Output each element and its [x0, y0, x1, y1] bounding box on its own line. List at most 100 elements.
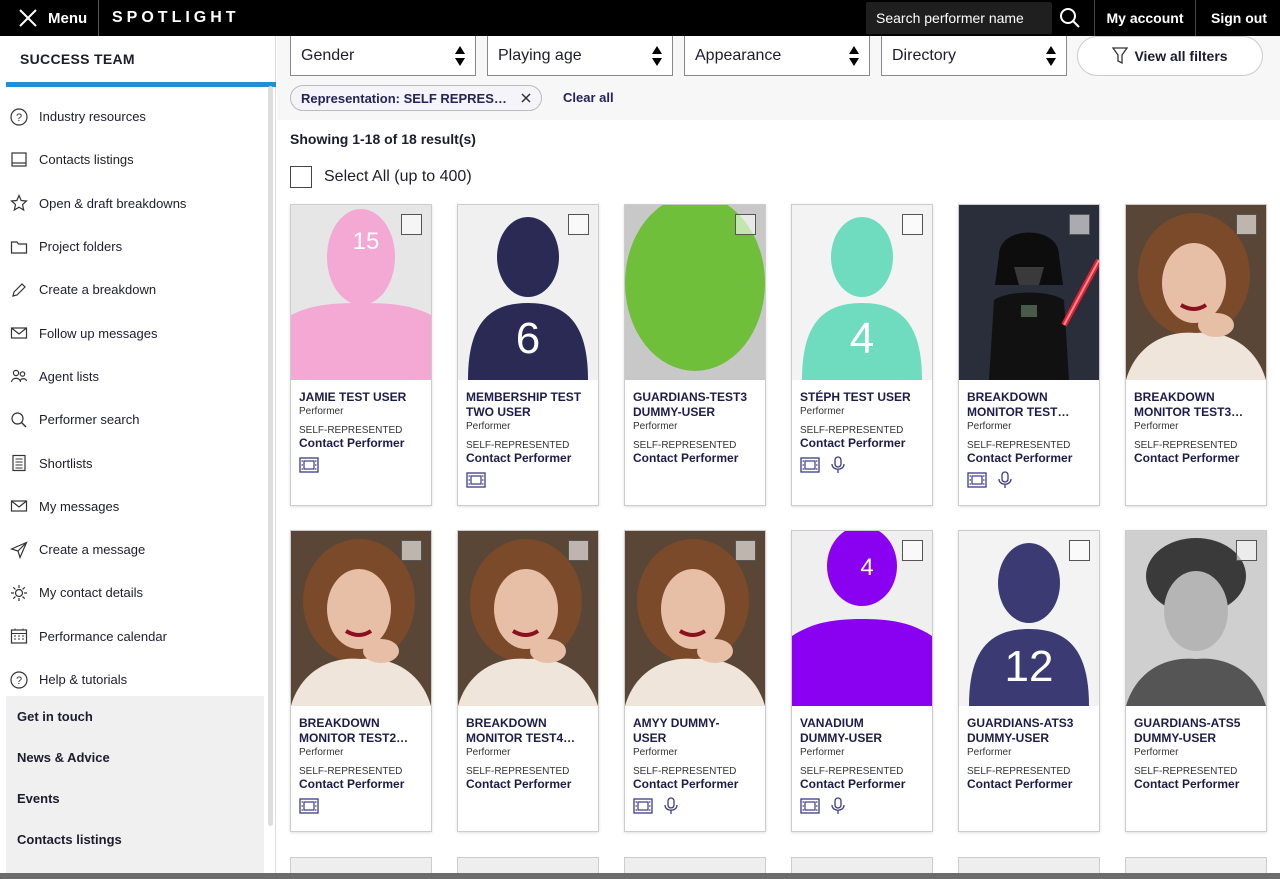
performer-name[interactable]: GUARDIANS-TEST3 DUMMY-USER — [633, 390, 759, 420]
showreel-icon[interactable] — [466, 471, 486, 489]
performer-name[interactable]: STÉPH TEST USER — [800, 390, 926, 405]
sidebar-item-project-folders[interactable]: Project folders — [6, 225, 275, 268]
footer-link-news-advice[interactable]: News & Advice — [6, 737, 264, 778]
performer-card[interactable]: BREAKDOWN MONITOR TEST4… Performer SELF-RE… — [457, 530, 599, 832]
gender-filter-label: Gender — [301, 46, 355, 64]
performer-card[interactable]: BREAKDOWN MONITOR TEST… Performer SELF-REP… — [958, 204, 1100, 506]
menu-button[interactable]: Menu — [18, 0, 87, 36]
microphone-icon[interactable] — [995, 471, 1015, 489]
showreel-icon[interactable] — [299, 456, 319, 474]
showreel-icon[interactable] — [967, 471, 987, 489]
view-all-filters-button[interactable]: View all filters — [1077, 36, 1263, 76]
performer-card[interactable]: 4 VANADIUM DUMMY-USER Performer SELF-REPRES… — [791, 530, 933, 832]
contact-performer-link[interactable]: Contact Performer — [800, 436, 926, 450]
sidebar-item-performance-calendar[interactable]: Performance calendar — [6, 615, 275, 658]
performer-name[interactable]: BREAKDOWN MONITOR TEST3… — [1134, 390, 1260, 420]
select-checkbox[interactable] — [735, 214, 756, 235]
performer-card[interactable]: 12 GUARDIANS-ATS3 DUMMY-USER Performer SELF… — [958, 530, 1100, 832]
spotlight-logo[interactable]: SPOTLIGHT — [112, 0, 240, 36]
contact-performer-link[interactable]: Contact Performer — [466, 777, 592, 791]
sign-out-button[interactable]: Sign out — [1198, 0, 1280, 36]
contact-performer-link[interactable]: Contact Performer — [967, 451, 1093, 465]
contact-performer-link[interactable]: Contact Performer — [1134, 451, 1260, 465]
sidebar-item-help-tutorials[interactable]: ? Help & tutorials — [6, 658, 275, 701]
select-checkbox[interactable] — [568, 540, 589, 561]
select-checkbox[interactable] — [735, 540, 756, 561]
contact-performer-link[interactable]: Contact Performer — [633, 777, 759, 791]
performer-card[interactable]: GUARDIANS-TEST3 DUMMY-USER Performer SELF-… — [624, 204, 766, 506]
showreel-icon[interactable] — [299, 797, 319, 815]
gender-filter[interactable]: Gender — [290, 36, 476, 76]
select-checkbox[interactable] — [568, 214, 589, 235]
performer-card[interactable]: AMYY DUMMY- USER Performer SELF-REPRESENTE… — [624, 530, 766, 832]
bottom-scrollbar[interactable] — [0, 873, 1280, 879]
contact-performer-link[interactable]: Contact Performer — [967, 777, 1093, 791]
performer-name[interactable]: VANADIUM DUMMY-USER — [800, 716, 926, 746]
sidebar-item-contacts-listings[interactable]: Contacts listings — [6, 138, 275, 181]
performer-name[interactable]: MEMBERSHIP TEST TWO USER — [466, 390, 592, 420]
close-icon[interactable] — [519, 91, 533, 105]
performer-card[interactable]: 15 JAMIE TEST USER Performer SELF-REPRESENT… — [290, 204, 432, 506]
clear-all-link[interactable]: Clear all — [563, 90, 614, 105]
performer-card[interactable]: GUARDIANS-ATS5 DUMMY-USER Performer SELF-R… — [1125, 530, 1267, 832]
contact-performer-link[interactable]: Contact Performer — [633, 451, 759, 465]
performer-name[interactable]: BREAKDOWN MONITOR TEST… — [967, 390, 1093, 420]
sidebar-item-agent-lists[interactable]: Agent lists — [6, 355, 275, 398]
select-all-control[interactable]: Select All (up to 400) — [290, 166, 472, 188]
contact-performer-link[interactable]: Contact Performer — [299, 436, 425, 450]
microphone-icon[interactable] — [661, 797, 681, 815]
sidebar-scrollbar[interactable] — [268, 86, 273, 826]
contact-performer-link[interactable]: Contact Performer — [466, 451, 592, 465]
sidebar-item-my-contact-details[interactable]: My contact details — [6, 571, 275, 614]
footer-link-get-in-touch[interactable]: Get in touch — [6, 696, 264, 737]
select-checkbox[interactable] — [902, 540, 923, 561]
performer-card[interactable]: BREAKDOWN MONITOR TEST2… Performer SELF-RE… — [290, 530, 432, 832]
showreel-icon[interactable] — [633, 797, 653, 815]
microphone-icon[interactable] — [828, 797, 848, 815]
sidebar-item-open-draft-breakdowns[interactable]: Open & draft breakdowns — [6, 182, 275, 225]
performer-card[interactable]: 4 STÉPH TEST USER Performer SELF-REPRESENTE… — [791, 204, 933, 506]
contact-performer-link[interactable]: Contact Performer — [800, 777, 926, 791]
playing-age-filter[interactable]: Playing age — [487, 36, 673, 76]
performer-name[interactable]: GUARDIANS-ATS3 DUMMY-USER — [967, 716, 1093, 746]
my-account-button[interactable]: My account — [1094, 0, 1196, 36]
sidebar-item-industry-resources[interactable]: ? Industry resources — [6, 95, 275, 138]
performer-name[interactable]: AMYY DUMMY- USER — [633, 716, 759, 746]
performer-card[interactable]: 6 MEMBERSHIP TEST TWO USER Performer SELF-R… — [457, 204, 599, 506]
book-icon — [11, 152, 27, 167]
sidebar-item-follow-up-messages[interactable]: Follow up messages — [6, 311, 275, 354]
sidebar-item-shortlists[interactable]: Shortlists — [6, 441, 275, 484]
footer-link-events[interactable]: Events — [6, 778, 264, 819]
directory-filter[interactable]: Directory — [881, 36, 1067, 76]
representation-filter-chip[interactable]: Representation: SELF REPRES… — [290, 85, 542, 111]
performer-name[interactable]: BREAKDOWN MONITOR TEST2… — [299, 716, 425, 746]
appearance-filter[interactable]: Appearance — [684, 36, 870, 76]
contact-performer-link[interactable]: Contact Performer — [299, 777, 425, 791]
view-all-filters-label: View all filters — [1134, 48, 1228, 64]
sidebar-item-my-messages[interactable]: My messages — [6, 485, 275, 528]
select-checkbox[interactable] — [902, 214, 923, 235]
sidebar-item-label: Open & draft breakdowns — [39, 195, 187, 211]
select-checkbox[interactable] — [401, 214, 422, 235]
performer-card[interactable]: BREAKDOWN MONITOR TEST3… Performer SELF-RE… — [1125, 204, 1267, 506]
microphone-icon[interactable] — [828, 456, 848, 474]
performer-name[interactable]: JAMIE TEST USER — [299, 390, 425, 405]
showreel-icon[interactable] — [800, 456, 820, 474]
contact-performer-link[interactable]: Contact Performer — [1134, 777, 1260, 791]
select-checkbox[interactable] — [1236, 214, 1257, 235]
sidebar-item-create-a-breakdown[interactable]: Create a breakdown — [6, 268, 275, 311]
select-checkbox[interactable] — [401, 540, 422, 561]
sidebar-item-performer-search[interactable]: Performer search — [6, 398, 275, 441]
showreel-icon[interactable] — [800, 797, 820, 815]
sidebar-item-create-a-message[interactable]: Create a message — [6, 528, 275, 571]
performer-name[interactable]: GUARDIANS-ATS5 DUMMY-USER — [1134, 716, 1260, 746]
select-checkbox[interactable] — [1236, 540, 1257, 561]
select-checkbox[interactable] — [1069, 214, 1090, 235]
performer-name[interactable]: BREAKDOWN MONITOR TEST4… — [466, 716, 592, 746]
footer-link-contacts-listings[interactable]: Contacts listings — [6, 819, 264, 860]
select-all-checkbox[interactable] — [290, 166, 312, 188]
search-input[interactable]: Search performer name — [866, 2, 1052, 34]
search-icon — [11, 412, 27, 428]
search-icon[interactable] — [1058, 6, 1082, 30]
select-checkbox[interactable] — [1069, 540, 1090, 561]
